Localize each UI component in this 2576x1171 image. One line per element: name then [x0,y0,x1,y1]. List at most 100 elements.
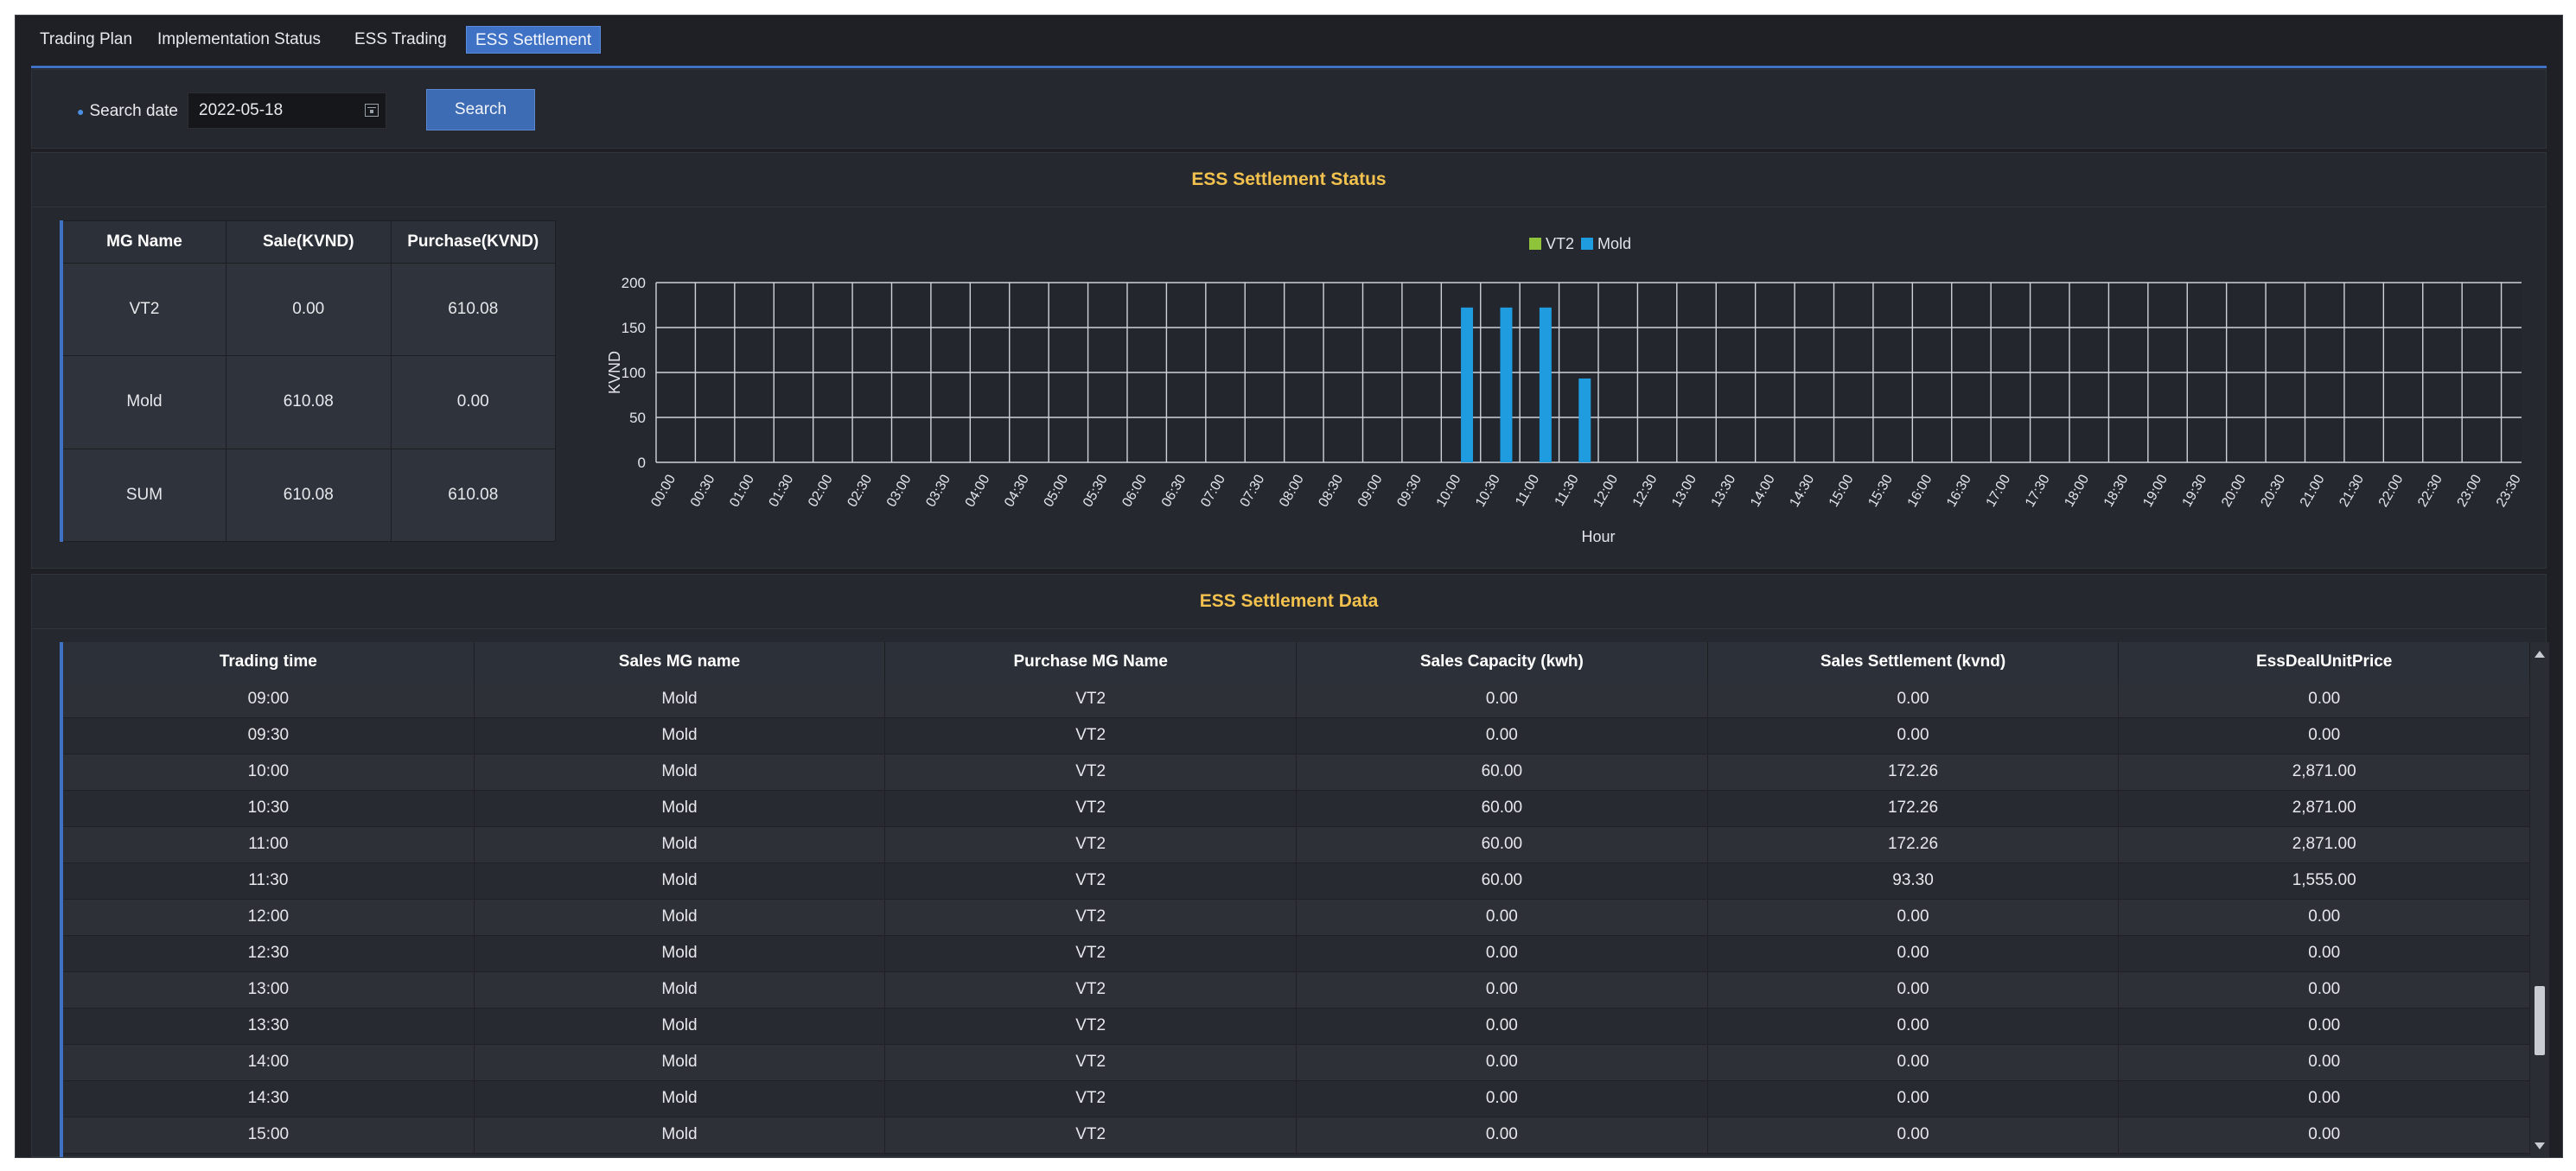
summary-header: Sale(KVND) [226,220,392,264]
table-cell: 0.00 [1297,936,1708,971]
search-date-label-text: Search date [89,102,178,120]
table-cell: VT2 [885,682,1298,717]
table-row[interactable]: 09:30 Mold VT2 0.00 0.00 0.00 [63,718,2531,754]
x-tick-label: 17:30 [2023,472,2053,509]
summary-cell: SUM [61,448,226,543]
x-tick-label: 10:00 [1434,472,1464,509]
table-cell: 2,871.00 [2119,754,2531,790]
x-tick-label: 07:00 [1198,472,1228,509]
table-cell: 11:00 [63,827,475,862]
summary-row: Mold 610.08 0.00 [61,355,556,449]
table-row[interactable]: 11:00 Mold VT2 60.00 172.26 2,871.00 [63,827,2531,863]
column-header[interactable]: Purchase MG Name [885,642,1298,682]
tab-bar: Trading Plan Implementation Status ESS T… [31,26,2547,68]
table-row[interactable]: 09:00 Mold VT2 0.00 0.00 0.00 [63,682,2531,718]
table-cell: VT2 [885,754,1298,790]
column-header[interactable]: Sales Capacity (kwh) [1297,642,1708,682]
summary-cell: Mold [61,355,226,449]
x-tick-label: 16:30 [1944,472,1974,509]
column-header[interactable]: Sales Settlement (kvnd) [1708,642,2120,682]
x-axis-label: Hour [1581,528,1615,545]
table-cell: 0.00 [1708,936,2120,971]
table-row[interactable]: 10:30 Mold VT2 60.00 172.26 2,871.00 [63,791,2531,827]
table-cell: 60.00 [1297,827,1708,862]
tab-implementation-status[interactable]: Implementation Status [149,26,329,54]
table-row[interactable]: 15:00 Mold VT2 0.00 0.00 0.00 [63,1117,2531,1154]
x-tick-label: 01:00 [727,472,757,509]
table-cell: 0.00 [2119,1045,2531,1080]
table-row[interactable]: 11:30 Mold VT2 60.00 93.30 1,555.00 [63,863,2531,900]
x-tick-label: 04:30 [1002,472,1032,509]
table-cell: VT2 [885,1009,1298,1044]
table-cell: VT2 [885,900,1298,935]
table-cell: 172.26 [1708,791,2120,826]
table-row[interactable]: 13:30 Mold VT2 0.00 0.00 0.00 [63,1009,2531,1045]
table-cell: Mold [475,754,886,790]
y-tick-label: 100 [622,365,646,381]
table-cell: Mold [475,900,886,935]
table-cell: 0.00 [1708,972,2120,1008]
x-tick-label: 19:30 [2180,472,2210,509]
table-cell: 93.30 [1708,863,2120,899]
x-tick-label: 10:30 [1473,472,1503,509]
x-tick-label: 21:30 [2337,472,2367,509]
scroll-up-icon[interactable] [2535,651,2545,658]
table-cell: 09:00 [63,682,475,717]
table-cell: Mold [475,791,886,826]
y-axis-label: KVND [606,351,623,394]
x-tick-label: 20:00 [2219,472,2249,509]
table-cell: VT2 [885,863,1298,899]
column-header[interactable]: Sales MG name [475,642,886,682]
summary-cell: 610.08 [226,448,392,543]
tab-ess-settlement[interactable]: ESS Settlement [466,26,601,54]
table-cell: 0.00 [1708,682,2120,717]
table-cell: 12:30 [63,936,475,971]
table-cell: 60.00 [1297,791,1708,826]
x-tick-label: 13:00 [1669,472,1699,509]
table-cell: 0.00 [1708,900,2120,935]
y-tick-label: 200 [622,275,646,291]
tab-trading-plan[interactable]: Trading Plan [31,26,141,54]
table-cell: 0.00 [2119,682,2531,717]
x-tick-label: 18:30 [2101,472,2132,509]
legend-label: Mold [1597,235,1631,252]
calendar-icon[interactable] [365,104,379,117]
tab-ess-trading[interactable]: ESS Trading [346,26,456,54]
table-row[interactable]: 14:30 Mold VT2 0.00 0.00 0.00 [63,1081,2531,1117]
summary-cell: 0.00 [226,262,392,357]
table-cell: VT2 [885,972,1298,1008]
scroll-thumb[interactable] [2535,986,2545,1055]
table-cell: 0.00 [1708,1081,2120,1117]
table-cell: 10:00 [63,754,475,790]
summary-row: VT2 0.00 610.08 [61,262,556,357]
x-tick-label: 12:30 [1630,472,1661,509]
column-header[interactable]: EssDealUnitPrice [2119,642,2531,682]
x-tick-label: 05:00 [1042,472,1072,509]
table-row[interactable]: 13:00 Mold VT2 0.00 0.00 0.00 [63,972,2531,1009]
search-button[interactable]: Search [426,89,535,130]
bar-mold [1500,307,1513,462]
table-cell: 0.00 [1708,1045,2120,1080]
legend-label: VT2 [1546,235,1574,252]
bar-mold [1578,378,1591,462]
table-cell: 60.00 [1297,754,1708,790]
table-cell: 11:30 [63,863,475,899]
table-row[interactable]: 12:30 Mold VT2 0.00 0.00 0.00 [63,936,2531,972]
table-cell: 0.00 [1297,1081,1708,1117]
summary-header-row: MG Name Sale(KVND) Purchase(KVND) [61,220,556,264]
table-row[interactable]: 14:00 Mold VT2 0.00 0.00 0.00 [63,1045,2531,1081]
x-tick-label: 12:00 [1591,472,1621,509]
search-date-input[interactable]: 2022-05-18 [188,92,386,129]
table-row[interactable]: 12:00 Mold VT2 0.00 0.00 0.00 [63,900,2531,936]
settlement-bar-chart: 0 50 100 150 200 KVND 00:00 00:30 01:00 01:30 02:0… [606,235,2522,545]
x-tick-label: 00:00 [648,472,679,509]
vertical-scrollbar[interactable] [2530,642,2549,1157]
table-cell: 0.00 [2119,972,2531,1008]
scroll-down-icon[interactable] [2535,1142,2545,1149]
table-row[interactable]: 10:00 Mold VT2 60.00 172.26 2,871.00 [63,754,2531,791]
x-tick-label: 23:00 [2455,472,2485,509]
column-header[interactable]: Trading time [63,642,475,682]
table-cell: Mold [475,1117,886,1153]
table-cell: 0.00 [2119,1081,2531,1117]
x-tick-label: 01:30 [767,472,797,509]
